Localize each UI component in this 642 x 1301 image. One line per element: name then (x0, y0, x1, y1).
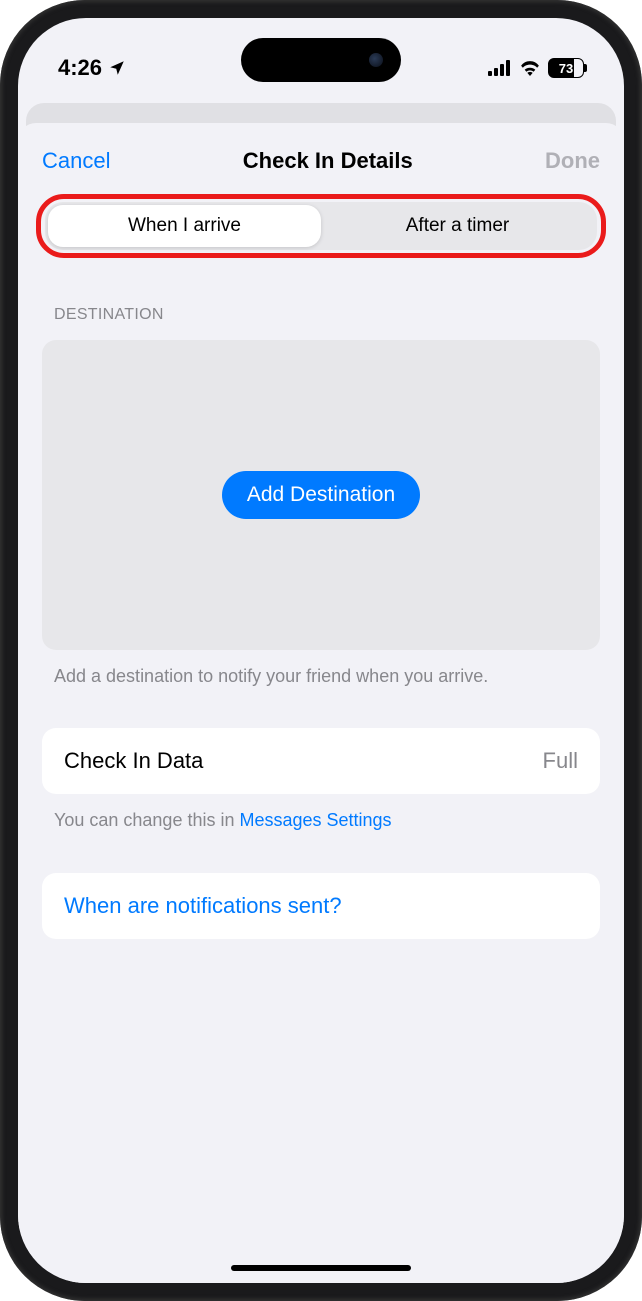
status-left: 4:26 (58, 55, 126, 81)
nav-bar: Cancel Check In Details Done (18, 123, 624, 194)
cellular-icon (488, 60, 512, 76)
page-title: Check In Details (243, 148, 413, 174)
location-icon (108, 59, 126, 77)
segmented-highlight: When I arrive After a timer (36, 194, 606, 258)
check-in-data-value: Full (543, 748, 578, 774)
phone-frame: 4:26 73 Cancel Check In Details Done Whe… (0, 0, 642, 1301)
cancel-button[interactable]: Cancel (42, 148, 110, 174)
footer-prefix: You can change this in (54, 810, 239, 830)
done-button[interactable]: Done (545, 148, 600, 174)
check-in-type-segment[interactable]: When I arrive After a timer (45, 202, 597, 250)
check-in-data-label: Check In Data (64, 748, 203, 774)
notifications-info-row[interactable]: When are notifications sent? (42, 873, 600, 939)
add-destination-button[interactable]: Add Destination (222, 471, 420, 519)
status-right: 73 (488, 58, 584, 78)
destination-map-card: Add Destination (42, 340, 600, 650)
battery-icon: 73 (548, 58, 584, 78)
battery-level: 73 (559, 61, 573, 76)
check-in-details-sheet: Cancel Check In Details Done When I arri… (18, 123, 624, 1283)
messages-settings-link[interactable]: Messages Settings (239, 810, 391, 830)
wifi-icon (519, 60, 541, 76)
home-indicator[interactable] (231, 1265, 411, 1271)
notifications-info-label: When are notifications sent? (64, 893, 342, 919)
destination-header: DESTINATION (18, 258, 624, 332)
segment-after-a-timer[interactable]: After a timer (321, 205, 594, 247)
destination-footer: Add a destination to notify your friend … (18, 650, 624, 688)
screen: 4:26 73 Cancel Check In Details Done Whe… (18, 18, 624, 1283)
dynamic-island (241, 38, 401, 82)
segment-when-i-arrive[interactable]: When I arrive (48, 205, 321, 247)
check-in-data-footer: You can change this in Messages Settings (18, 794, 624, 832)
check-in-data-row[interactable]: Check In Data Full (42, 728, 600, 794)
status-time: 4:26 (58, 55, 102, 81)
